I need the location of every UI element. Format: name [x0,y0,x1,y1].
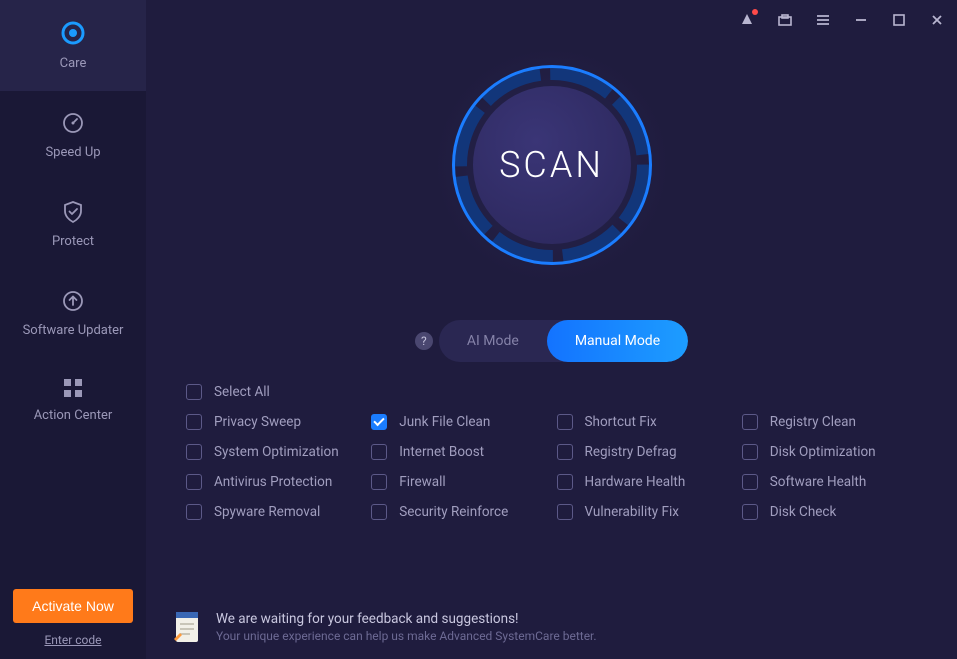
sidebar: Care Speed Up Protect Software Updater A… [0,0,146,659]
activate-area: Activate Now Enter code [0,577,146,659]
activate-button[interactable]: Activate Now [13,589,133,623]
toolbox-icon[interactable] [773,8,797,32]
titlebar [146,0,957,40]
checkbox-icon [557,444,573,460]
option-checkbox[interactable]: Antivirus Protection [186,474,361,490]
checkbox-label: Firewall [399,474,445,490]
feedback-text: We are waiting for your feedback and sug… [216,611,597,643]
checkbox-icon [186,414,202,430]
checkbox-label: Disk Optimization [770,444,876,460]
option-checkbox[interactable]: Vulnerability Fix [557,504,732,520]
close-icon[interactable] [925,8,949,32]
feedback-line-1: We are waiting for your feedback and sug… [216,611,597,627]
option-checkbox[interactable]: Security Reinforce [371,504,546,520]
option-checkbox[interactable]: Software Health [742,474,917,490]
checkbox-label: Shortcut Fix [585,414,657,430]
checkbox-icon [371,414,387,430]
sidebar-item-software-updater[interactable]: Software Updater [0,269,146,358]
sidebar-item-label: Care [60,56,87,71]
feedback-line-2: Your unique experience can help us make … [216,629,597,643]
checkbox-label: Privacy Sweep [214,414,301,430]
checkbox-label: Vulnerability Fix [585,504,679,520]
clipboard-icon [172,609,202,645]
option-checkbox[interactable]: Disk Check [742,504,917,520]
option-checkbox[interactable]: Registry Defrag [557,444,732,460]
sidebar-item-label: Action Center [34,408,113,423]
option-checkbox[interactable]: Junk File Clean [371,414,546,430]
mode-toggle: ? AI Mode Manual Mode [415,320,688,362]
main-content: SCAN ? AI Mode Manual Mode Select All Pr… [146,0,957,659]
checkbox-icon [742,504,758,520]
sidebar-item-care[interactable]: Care [0,0,146,91]
notifications-icon[interactable] [735,8,759,32]
checkbox-icon [186,444,202,460]
sidebar-item-label: Software Updater [23,323,124,338]
option-checkbox[interactable]: Spyware Removal [186,504,361,520]
checkbox-icon [371,504,387,520]
option-checkbox[interactable]: Privacy Sweep [186,414,361,430]
upload-circle-icon [61,289,85,313]
checkbox-label: Disk Check [770,504,837,520]
option-checkbox[interactable]: System Optimization [186,444,361,460]
mode-toggle-track: AI Mode Manual Mode [439,320,688,362]
option-checkbox[interactable]: Registry Clean [742,414,917,430]
option-checkbox[interactable]: Disk Optimization [742,444,917,460]
checkbox-label: Hardware Health [585,474,686,490]
minimize-icon[interactable] [849,8,873,32]
gauge-icon [61,111,85,135]
checkbox-label: Security Reinforce [399,504,508,520]
option-checkbox[interactable]: Internet Boost [371,444,546,460]
checkbox-icon [557,474,573,490]
mode-manual[interactable]: Manual Mode [547,320,688,362]
option-checkbox[interactable]: Hardware Health [557,474,732,490]
care-icon [60,20,86,46]
enter-code-link[interactable]: Enter code [44,633,101,647]
checkbox-icon [742,444,758,460]
option-checkbox[interactable]: Shortcut Fix [557,414,732,430]
checkbox-label: Select All [214,384,270,400]
sidebar-item-protect[interactable]: Protect [0,180,146,269]
checkbox-icon [557,504,573,520]
select-all-checkbox[interactable]: Select All [186,384,917,400]
options-grid: Select All Privacy Sweep Junk File Clean S… [146,384,957,520]
menu-icon[interactable] [811,8,835,32]
checkbox-label: Registry Clean [770,414,856,430]
checkbox-icon [371,444,387,460]
sidebar-item-label: Protect [52,234,94,249]
option-checkbox[interactable]: Firewall [371,474,546,490]
scan-label: SCAN [473,86,631,244]
checkbox-icon [186,384,202,400]
checkbox-icon [557,414,573,430]
checkbox-label: Registry Defrag [585,444,677,460]
checkbox-label: Junk File Clean [399,414,490,430]
checkbox-icon [186,474,202,490]
checkbox-label: System Optimization [214,444,339,460]
checkbox-label: Software Health [770,474,867,490]
scan-area: SCAN ? AI Mode Manual Mode [146,45,957,362]
scan-button[interactable]: SCAN [432,45,672,285]
sidebar-item-label: Speed Up [45,145,100,160]
checkbox-label: Internet Boost [399,444,484,460]
checkbox-icon [186,504,202,520]
sidebar-item-action-center[interactable]: Action Center [0,358,146,443]
checkbox-icon [371,474,387,490]
checkbox-label: Spyware Removal [214,504,320,520]
shield-icon [62,200,84,224]
help-icon[interactable]: ? [415,332,433,350]
feedback-banner[interactable]: We are waiting for your feedback and sug… [166,609,937,645]
checkbox-icon [742,474,758,490]
maximize-icon[interactable] [887,8,911,32]
checkbox-label: Antivirus Protection [214,474,332,490]
sidebar-item-speed-up[interactable]: Speed Up [0,91,146,180]
checkbox-icon [742,414,758,430]
grid-icon [63,378,83,398]
mode-ai[interactable]: AI Mode [439,320,547,362]
